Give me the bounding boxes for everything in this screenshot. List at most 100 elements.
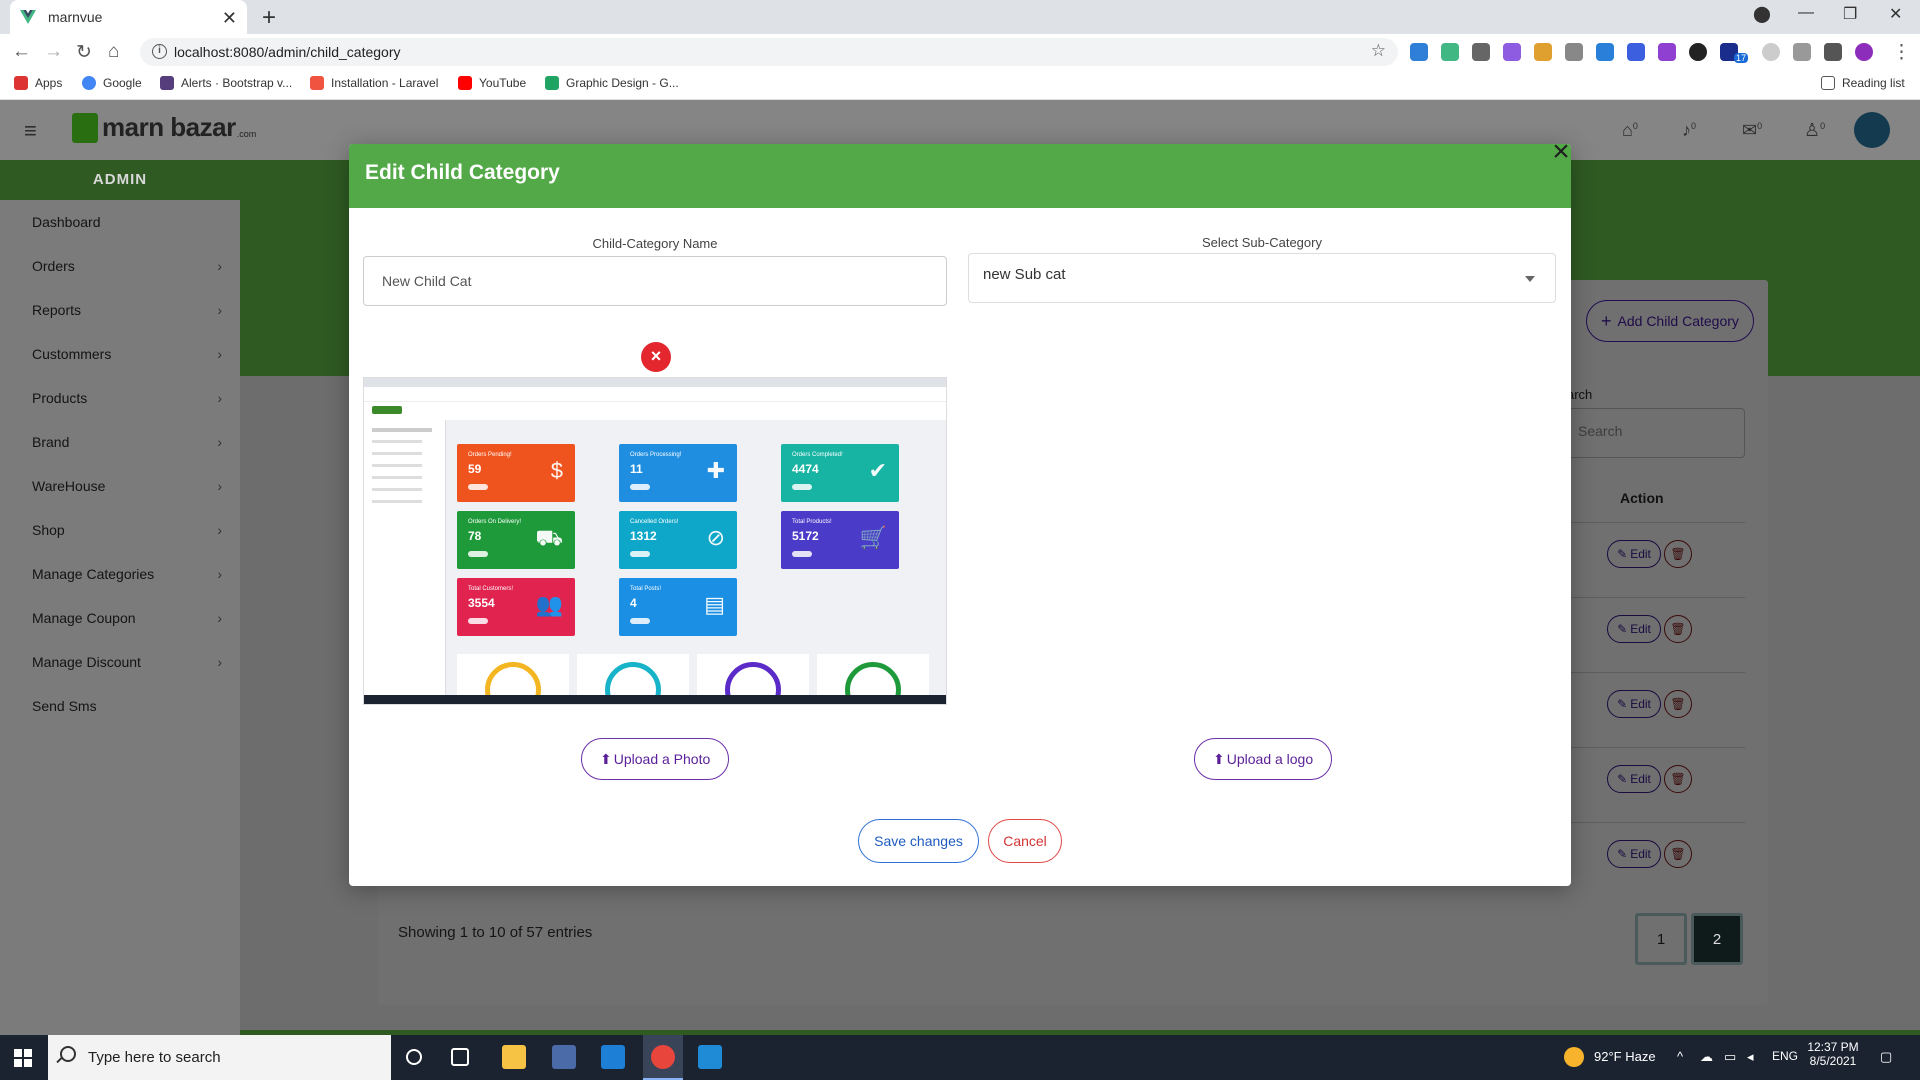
trash-icon[interactable]: 🗑 bbox=[1664, 765, 1692, 793]
trash-icon[interactable]: 🗑 bbox=[1664, 540, 1692, 568]
language-indicator[interactable]: ENG bbox=[1772, 1049, 1798, 1063]
bookmark-google[interactable]: Google bbox=[82, 76, 142, 90]
sub-category-select[interactable]: new Sub cat bbox=[968, 253, 1556, 303]
bookmark-graphic-design[interactable]: Graphic Design - G... bbox=[545, 76, 679, 90]
save-changes-button[interactable]: Save changes bbox=[858, 819, 979, 863]
clock[interactable]: 12:37 PM 8/5/2021 bbox=[1805, 1040, 1861, 1068]
tab-search-icon[interactable]: ⬤ bbox=[1753, 4, 1771, 24]
restore-button[interactable]: ❐ bbox=[1843, 4, 1857, 24]
minimize-button[interactable]: — bbox=[1798, 4, 1814, 22]
sidebar-item-products[interactable]: Products › bbox=[0, 376, 240, 420]
weather-icon[interactable] bbox=[1564, 1047, 1584, 1067]
chrome-icon[interactable] bbox=[651, 1045, 675, 1069]
page-button-2[interactable]: 2 bbox=[1691, 913, 1743, 965]
download-icon[interactable] bbox=[1596, 43, 1614, 61]
trash-icon[interactable]: 🗑 bbox=[1664, 840, 1692, 868]
forward-icon[interactable]: → bbox=[44, 41, 63, 63]
close-tab-icon[interactable]: ✕ bbox=[222, 8, 237, 29]
volume-icon[interactable]: ◂ bbox=[1747, 1049, 1754, 1065]
taskbar-search-input[interactable]: Type here to search bbox=[48, 1035, 391, 1080]
sidebar-item-manage-categories[interactable]: Manage Categories › bbox=[0, 552, 240, 596]
user-icon[interactable]: ♙0 bbox=[1804, 120, 1825, 141]
address-bar[interactable]: i localhost:8080/admin/child_category ☆ bbox=[140, 38, 1398, 66]
mail-app-icon[interactable] bbox=[601, 1045, 625, 1069]
page-button-1[interactable]: 1 bbox=[1635, 913, 1687, 965]
windows-start-icon[interactable] bbox=[14, 1049, 32, 1067]
sidebar-item-shop[interactable]: Shop › bbox=[0, 508, 240, 552]
store-icon[interactable] bbox=[552, 1045, 576, 1069]
avatar[interactable] bbox=[1854, 112, 1890, 148]
extension-icon[interactable] bbox=[1689, 43, 1707, 61]
reload-icon[interactable]: ↻ bbox=[76, 41, 92, 64]
cortana-icon[interactable] bbox=[406, 1049, 422, 1065]
sidebar-item-manage-coupon[interactable]: Manage Coupon › bbox=[0, 596, 240, 640]
site-info-icon[interactable]: i bbox=[152, 44, 167, 59]
extension-icon[interactable] bbox=[1565, 43, 1583, 61]
eyedropper-icon[interactable] bbox=[1472, 43, 1490, 61]
cancel-button[interactable]: Cancel bbox=[988, 819, 1062, 863]
bookmark-star-icon[interactable]: ☆ bbox=[1371, 41, 1386, 61]
task-view-icon[interactable] bbox=[451, 1048, 469, 1066]
trash-icon[interactable]: 🗑 bbox=[1664, 615, 1692, 643]
browser-menu-icon[interactable]: ⋮ bbox=[1892, 41, 1911, 64]
browser-tab[interactable]: marnvue ✕ bbox=[10, 0, 247, 34]
bookmark-laravel[interactable]: Installation - Laravel bbox=[310, 76, 438, 90]
search-input[interactable]: Search bbox=[1567, 408, 1745, 458]
home-icon[interactable]: ⌂ bbox=[108, 41, 119, 63]
sidebar-item-send-sms[interactable]: Send Sms bbox=[0, 684, 240, 728]
pencil-icon: ✎ bbox=[1617, 697, 1628, 711]
bookmark-youtube[interactable]: YouTube bbox=[458, 76, 526, 90]
file-explorer-icon[interactable] bbox=[502, 1045, 526, 1069]
bookmark-apps[interactable]: Apps bbox=[14, 76, 62, 90]
back-icon[interactable]: ← bbox=[12, 41, 31, 63]
extension-icon[interactable] bbox=[1503, 43, 1521, 61]
trash-icon[interactable]: 🗑 bbox=[1664, 690, 1692, 718]
sidebar-item-reports[interactable]: Reports › bbox=[0, 288, 240, 332]
bell-icon[interactable]: ♪0 bbox=[1682, 120, 1696, 141]
extension-icon[interactable] bbox=[1410, 43, 1428, 61]
vscode-icon[interactable] bbox=[698, 1045, 722, 1069]
display-icon[interactable]: ▭ bbox=[1724, 1049, 1736, 1065]
puzzle-icon[interactable] bbox=[1824, 43, 1842, 61]
camera-icon[interactable] bbox=[1793, 43, 1811, 61]
sidebar-item-warehouse[interactable]: WareHouse › bbox=[0, 464, 240, 508]
upload-logo-button[interactable]: ⬆ Upload a logo bbox=[1194, 738, 1333, 780]
profile-avatar-icon[interactable] bbox=[1855, 43, 1873, 61]
edit-row-button[interactable]: ✎ Edit bbox=[1607, 690, 1661, 718]
edit-row-button[interactable]: ✎ Edit bbox=[1607, 765, 1661, 793]
add-child-category-button[interactable]: + Add Child Category bbox=[1586, 300, 1754, 342]
bookmark-bootstrap[interactable]: Alerts · Bootstrap v... bbox=[160, 76, 292, 90]
tray-chevron-icon[interactable]: ^ bbox=[1677, 1049, 1683, 1064]
sidebar-item-brand[interactable]: Brand › bbox=[0, 420, 240, 464]
sidebar-item-orders[interactable]: Orders › bbox=[0, 244, 240, 288]
cart-icon[interactable]: ⌂0 bbox=[1622, 120, 1638, 141]
remove-photo-button[interactable]: × bbox=[641, 342, 671, 372]
notification-icon[interactable]: ▢ bbox=[1880, 1049, 1892, 1065]
reading-list[interactable]: Reading list bbox=[1821, 76, 1905, 90]
sidebar-item-manage-discount[interactable]: Manage Discount › bbox=[0, 640, 240, 684]
extension-icon[interactable] bbox=[1627, 43, 1645, 61]
hamburger-icon[interactable]: ≡ bbox=[24, 118, 37, 144]
extension-icon[interactable] bbox=[1762, 43, 1780, 61]
close-modal-icon[interactable]: × bbox=[1543, 136, 1579, 172]
sidebar-item-custommers[interactable]: Custommers › bbox=[0, 332, 240, 376]
upload-photo-button[interactable]: ⬆ Upload a Photo bbox=[581, 738, 730, 780]
brand-logo[interactable]: marn bazar .com bbox=[72, 112, 256, 143]
bookmarks-bar: Apps Google Alerts · Bootstrap v... Inst… bbox=[0, 70, 1920, 100]
extension-icon[interactable] bbox=[1534, 43, 1552, 61]
new-tab-button[interactable]: + bbox=[262, 4, 276, 32]
mail-icon[interactable]: ✉0 bbox=[1742, 120, 1762, 141]
edit-row-button[interactable]: ✎ Edit bbox=[1607, 840, 1661, 868]
vue-devtools-icon[interactable] bbox=[1441, 43, 1459, 61]
edit-row-button[interactable]: ✎ Edit bbox=[1607, 615, 1661, 643]
action-column-header: Action bbox=[1620, 490, 1664, 506]
sidebar-item-dashboard[interactable]: Dashboard bbox=[0, 200, 240, 244]
extension-icon[interactable] bbox=[1658, 43, 1676, 61]
window-close-button[interactable]: ✕ bbox=[1889, 4, 1902, 24]
modal-title: Edit Child Category bbox=[349, 144, 1571, 208]
network-icon[interactable]: ☁ bbox=[1700, 1049, 1713, 1065]
edit-row-button[interactable]: ✎ Edit bbox=[1607, 540, 1661, 568]
tile-label: Cancelled Orders! bbox=[630, 519, 679, 525]
child-category-name-input[interactable]: New Child Cat bbox=[363, 256, 947, 306]
weather-text[interactable]: 92°F Haze bbox=[1594, 1049, 1656, 1064]
